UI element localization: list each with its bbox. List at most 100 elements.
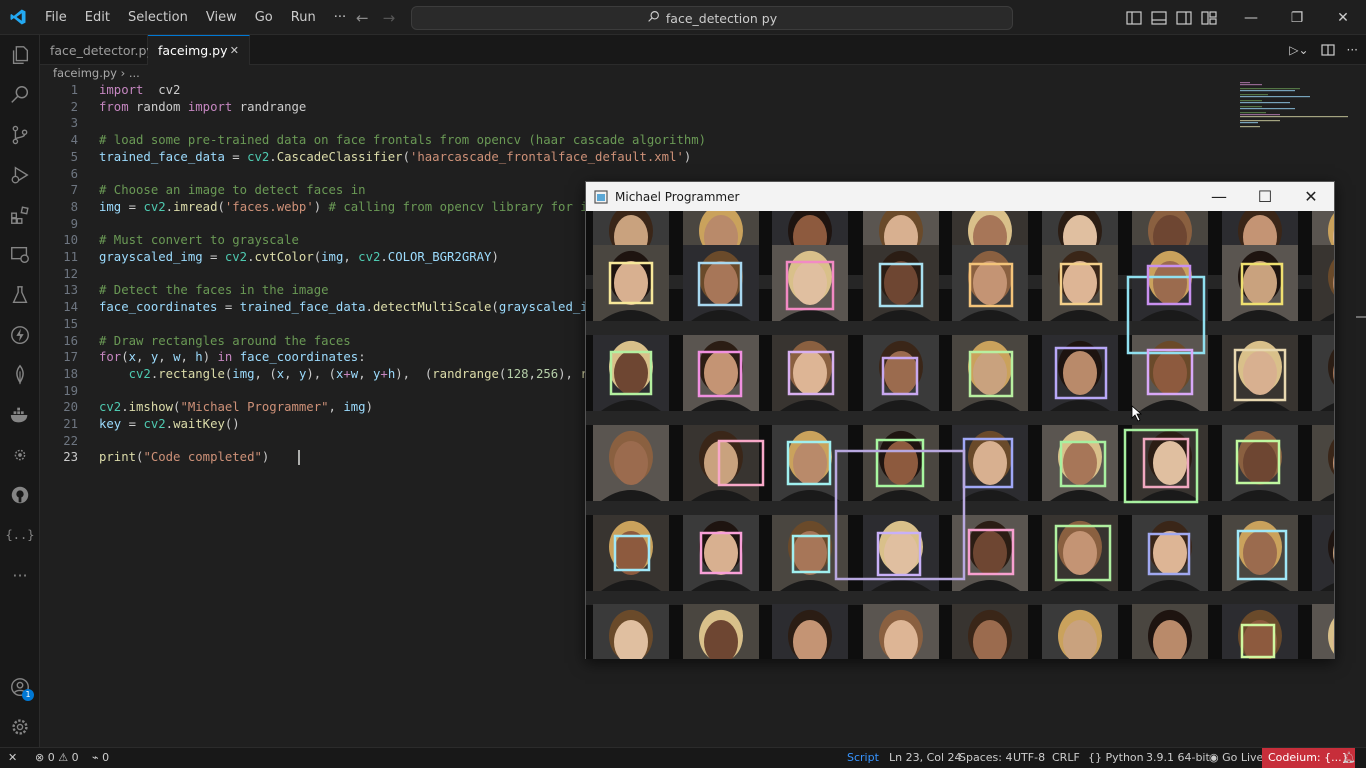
menu-go[interactable]: Go: [246, 0, 282, 35]
extensions-icon[interactable]: [0, 195, 40, 235]
code-token: cv2: [143, 199, 166, 214]
minimize-button[interactable]: —: [1228, 0, 1274, 35]
python-interpreter[interactable]: 3.9.1 64-bit: [1146, 748, 1210, 768]
menu-view[interactable]: View: [197, 0, 246, 35]
code-line[interactable]: grayscaled_img = cv2.cvtColor(img, cv2.C…: [99, 250, 499, 264]
github-icon[interactable]: [0, 475, 40, 515]
explorer-icon[interactable]: [0, 35, 40, 75]
code-line[interactable]: print("Code completed"): [99, 450, 269, 464]
search-sidebar-icon[interactable]: [0, 75, 40, 115]
image-minimize-button[interactable]: —: [1196, 182, 1242, 211]
codeium-status[interactable]: Codeium: {...}: [1262, 748, 1355, 768]
more-views-icon[interactable]: ···: [0, 555, 40, 595]
code-token: ,: [528, 366, 536, 381]
code-line[interactable]: key = cv2.waitKey(): [99, 417, 240, 431]
code-token: 256: [535, 366, 559, 381]
toggle-secondary-sidebar-icon[interactable]: [1176, 10, 1192, 25]
language-mode[interactable]: {} Python: [1088, 748, 1144, 768]
remote-explorer-icon[interactable]: [0, 235, 40, 275]
toggle-primary-sidebar-icon[interactable]: [1126, 10, 1142, 25]
tab-label: faceimg.py: [158, 43, 228, 58]
menu-file[interactable]: File: [36, 0, 76, 35]
scrollbar-marker[interactable]: [1356, 316, 1366, 318]
code-token: # load some pre-trained data on face fro…: [99, 133, 707, 148]
encoding[interactable]: UTF-8: [1013, 748, 1045, 768]
code-token: (: [217, 199, 225, 214]
code-line[interactable]: # Detect the faces in the image: [99, 283, 329, 297]
face-photo: [1132, 604, 1208, 659]
image-window[interactable]: Michael Programmer — ☐ ✕: [585, 181, 1335, 659]
code-token: , (: [254, 366, 277, 381]
line-number: 18: [63, 366, 78, 381]
docker-icon[interactable]: [0, 395, 40, 435]
warning-icon: ⚠: [58, 751, 69, 764]
code-line[interactable]: trained_face_data = cv2.CascadeClassifie…: [99, 150, 691, 164]
code-line[interactable]: face_coordinates = trained_face_data.det…: [99, 300, 610, 314]
command-center[interactable]: face_detection py: [411, 6, 1013, 30]
menu-selection[interactable]: Selection: [119, 0, 197, 35]
face-photo: [1312, 425, 1334, 501]
problems-indicator[interactable]: ⊗ 0 ⚠ 0: [35, 748, 79, 768]
face-photo: [952, 335, 1028, 411]
lightning-icon[interactable]: [0, 315, 40, 355]
settings-gear-icon[interactable]: [0, 707, 40, 747]
minimap-line: [1240, 114, 1280, 116]
face-photo: [683, 604, 759, 659]
language-label: Python: [1105, 751, 1144, 764]
go-live-label: Go Live: [1222, 751, 1264, 764]
gear-cluster-icon[interactable]: [0, 435, 40, 475]
face-photo: [772, 604, 848, 659]
toggle-panel-icon[interactable]: [1151, 10, 1167, 25]
image-close-button[interactable]: ✕: [1288, 182, 1334, 211]
run-debug-icon[interactable]: [0, 155, 40, 195]
code-line[interactable]: cv2.rectangle(img, (x, y), (x+w, y+h), (…: [99, 367, 625, 381]
code-line[interactable]: # Choose an image to detect faces in: [99, 183, 366, 197]
code-line[interactable]: # Draw rectangles around the faces: [99, 334, 351, 348]
restore-button[interactable]: ❐: [1274, 0, 1320, 35]
menu-run[interactable]: Run: [282, 0, 325, 35]
code-line[interactable]: from random import randrange: [99, 100, 306, 114]
accounts-icon[interactable]: 1: [0, 667, 40, 707]
code-line[interactable]: cv2.imshow("Michael Programmer", img): [99, 400, 373, 414]
notifications-bell-icon[interactable]: 🔔︎: [1342, 748, 1356, 768]
menu-more[interactable]: ···: [325, 0, 355, 35]
tab-face-detector[interactable]: face_detector.py: [40, 35, 154, 65]
go-live[interactable]: ◉ Go Live: [1209, 748, 1263, 768]
face-photo: [863, 425, 939, 501]
close-button[interactable]: ✕: [1320, 0, 1366, 35]
code-line[interactable]: import cv2: [99, 83, 180, 97]
breadcrumb-symbol[interactable]: ...: [129, 66, 140, 80]
breadcrumb-file[interactable]: faceimg.py: [53, 66, 117, 80]
testing-flask-icon[interactable]: [0, 275, 40, 315]
cursor-position[interactable]: Ln 23, Col 24: [889, 748, 962, 768]
code-token: =: [224, 149, 248, 164]
tab-faceimg[interactable]: faceimg.py ✕: [148, 35, 250, 65]
close-tab-icon[interactable]: ✕: [230, 44, 239, 57]
code-line[interactable]: # load some pre-trained data on face fro…: [99, 133, 706, 147]
forward-arrow-icon[interactable]: →: [383, 9, 396, 27]
json-braces-icon[interactable]: {..}: [0, 515, 40, 555]
code-line[interactable]: for(x, y, w, h) in face_coordinates:: [99, 350, 366, 364]
split-editor-icon[interactable]: [1320, 44, 1335, 56]
code-line[interactable]: img = cv2.imread('faces.webp') # calling…: [99, 200, 617, 214]
mongodb-leaf-icon[interactable]: [0, 355, 40, 395]
status-script[interactable]: Script: [847, 748, 879, 768]
source-control-icon[interactable]: [0, 115, 40, 155]
code-line[interactable]: # Must convert to grayscale: [99, 233, 299, 247]
more-actions-icon[interactable]: ···: [1347, 43, 1358, 57]
menu-edit[interactable]: Edit: [76, 0, 119, 35]
minimap-line: [1240, 108, 1295, 110]
run-python-icon[interactable]: ▷⌄: [1289, 43, 1308, 57]
ports-indicator[interactable]: ⌁ 0: [92, 748, 109, 768]
line-ending[interactable]: CRLF: [1052, 748, 1080, 768]
indentation[interactable]: Spaces: 4: [959, 748, 1012, 768]
remote-indicator-icon[interactable]: ✕: [8, 748, 17, 768]
grid-divider: [586, 501, 1334, 515]
code-token: :: [358, 350, 366, 365]
customize-layout-icon[interactable]: [1201, 10, 1217, 25]
back-arrow-icon[interactable]: ←: [356, 9, 369, 27]
image-maximize-button[interactable]: ☐: [1242, 182, 1288, 211]
minimap[interactable]: [1240, 82, 1350, 132]
